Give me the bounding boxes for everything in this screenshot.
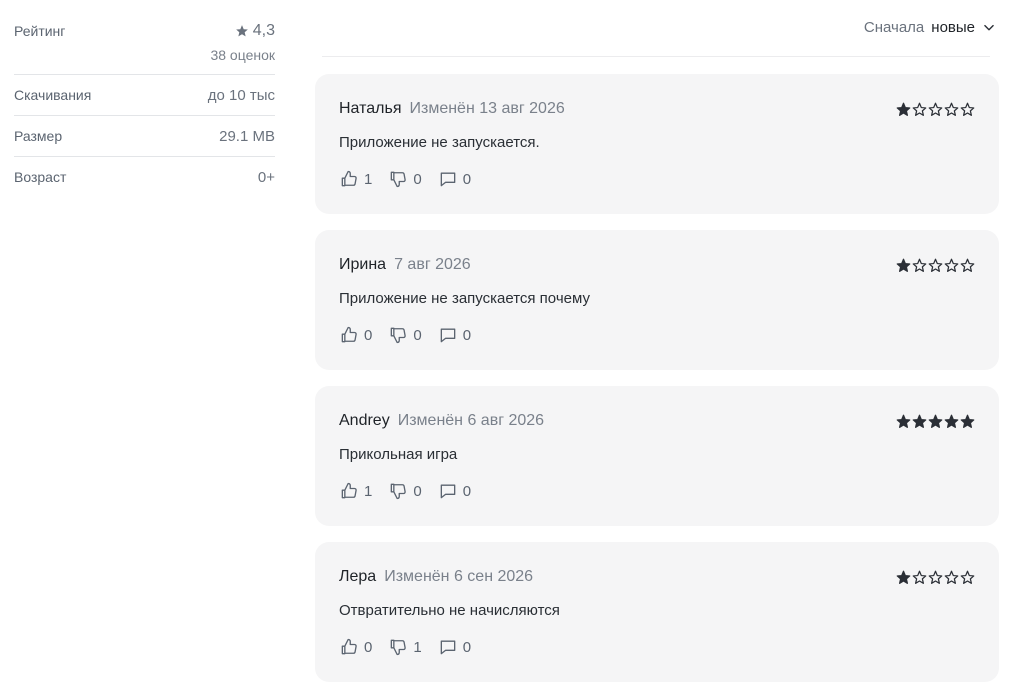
thumbs-down-icon[interactable] <box>388 325 408 345</box>
like-button[interactable]: 1 <box>339 169 372 189</box>
like-count: 0 <box>364 326 373 344</box>
thumbs-up-icon[interactable] <box>339 325 359 345</box>
comment-count: 0 <box>462 638 472 656</box>
rating-count: 38 оценок <box>210 47 275 63</box>
review-text: Отвратительно не начисляются <box>339 602 560 619</box>
size-label: Размер <box>14 128 63 144</box>
review-text: Прикольная игра <box>339 446 458 463</box>
thumbs-up-icon[interactable] <box>339 637 359 657</box>
review-text: Приложение не запускается почему <box>339 290 590 307</box>
review-author: Andrey <box>339 412 390 429</box>
age-label: Возраст <box>14 169 67 185</box>
dislike-count: 1 <box>413 638 422 656</box>
star-filled-icon <box>896 414 911 428</box>
review-card: Наталья Изменён 13 авг 2026 Приложение не … <box>315 74 999 214</box>
dislike-button[interactable]: 0 <box>388 169 422 189</box>
star-empty-icon <box>912 258 927 272</box>
downloads-label: Скачивания <box>14 87 92 103</box>
review-card: Лера Изменён 6 сен 2026 Отвратительно не н… <box>315 542 999 682</box>
star-empty-icon <box>912 570 927 584</box>
like-button[interactable]: 0 <box>339 637 372 657</box>
rating-block: 4,3 38 оценок <box>210 14 275 63</box>
comment-icon[interactable] <box>438 481 458 501</box>
star-filled-icon <box>928 414 943 428</box>
like-button[interactable]: 0 <box>339 325 372 345</box>
sort-dropdown[interactable]: Сначала новые <box>864 19 996 36</box>
star-icon <box>235 25 248 37</box>
review-card: Ирина 7 авг 2026 Приложение не запускается… <box>315 230 999 370</box>
rating-value: 4,3 <box>252 22 275 39</box>
like-count: 0 <box>364 638 373 656</box>
comment-button[interactable]: 0 <box>438 169 471 189</box>
thumbs-up-icon[interactable] <box>339 481 359 501</box>
review-stars <box>896 414 975 429</box>
review-date: Изменён 13 авг 2026 <box>409 100 565 117</box>
star-empty-icon <box>960 570 975 584</box>
star-empty-icon <box>944 258 959 272</box>
thumbs-up-icon[interactable] <box>339 169 359 189</box>
review-stars <box>896 570 975 585</box>
star-filled-icon <box>896 570 911 584</box>
review-card: Andrey Изменён 6 авг 2026 Прикольная игра 1… <box>315 386 999 526</box>
dislike-count: 0 <box>413 170 422 188</box>
divider <box>322 56 990 57</box>
dislike-button[interactable]: 1 <box>388 637 422 657</box>
comment-icon[interactable] <box>438 169 458 189</box>
rating-row: Рейтинг 4,3 38 оценок <box>14 14 275 75</box>
size-row: Размер 29.1 MB <box>14 116 275 157</box>
star-empty-icon <box>928 102 943 116</box>
sort-label: Сначала <box>863 19 925 36</box>
comment-button[interactable]: 0 <box>438 637 471 657</box>
comment-count: 0 <box>462 482 472 500</box>
star-filled-icon <box>944 414 959 428</box>
comment-icon[interactable] <box>438 637 458 657</box>
comment-count: 0 <box>462 326 472 344</box>
star-filled-icon <box>896 258 911 272</box>
review-date: 7 авг 2026 <box>394 256 471 273</box>
star-empty-icon <box>960 258 975 272</box>
star-filled-icon <box>912 414 927 428</box>
age-value: 0+ <box>257 168 275 186</box>
comment-button[interactable]: 0 <box>438 325 471 345</box>
dislike-button[interactable]: 0 <box>388 325 422 345</box>
downloads-row: Скачивания до 10 тыс <box>14 75 275 116</box>
comment-count: 0 <box>462 170 472 188</box>
dislike-button[interactable]: 0 <box>388 481 422 501</box>
review-stars <box>896 102 975 117</box>
review-author: Наталья <box>339 100 402 117</box>
star-empty-icon <box>960 102 975 116</box>
like-button[interactable]: 1 <box>339 481 372 501</box>
review-text: Приложение не запускается. <box>339 134 540 151</box>
age-row: Возраст 0+ <box>14 157 275 197</box>
chevron-down-icon[interactable] <box>982 21 996 35</box>
sort-value[interactable]: новые <box>931 19 975 36</box>
app-info-panel: Рейтинг 4,3 38 оценок Скачивания до 10 т… <box>14 14 275 197</box>
size-value: 29.1 MB <box>219 127 275 145</box>
star-empty-icon <box>928 570 943 584</box>
star-empty-icon <box>944 102 959 116</box>
thumbs-down-icon[interactable] <box>388 481 408 501</box>
thumbs-down-icon[interactable] <box>388 169 408 189</box>
comment-icon[interactable] <box>438 325 458 345</box>
downloads-value: до 10 тыс <box>207 86 275 104</box>
review-author: Лера <box>339 568 377 585</box>
star-filled-icon <box>896 102 911 116</box>
star-filled-icon <box>960 414 975 428</box>
rating-label: Рейтинг <box>14 23 66 39</box>
thumbs-down-icon[interactable] <box>388 637 408 657</box>
comment-button[interactable]: 0 <box>438 481 471 501</box>
star-empty-icon <box>944 570 959 584</box>
like-count: 1 <box>364 482 373 500</box>
review-author: Ирина <box>339 256 387 273</box>
dislike-count: 0 <box>413 482 422 500</box>
star-empty-icon <box>928 258 943 272</box>
review-stars <box>896 258 975 273</box>
review-date: Изменён 6 сен 2026 <box>384 568 534 585</box>
like-count: 1 <box>364 170 373 188</box>
star-empty-icon <box>912 102 927 116</box>
dislike-count: 0 <box>413 326 422 344</box>
review-date: Изменён 6 авг 2026 <box>397 412 545 429</box>
